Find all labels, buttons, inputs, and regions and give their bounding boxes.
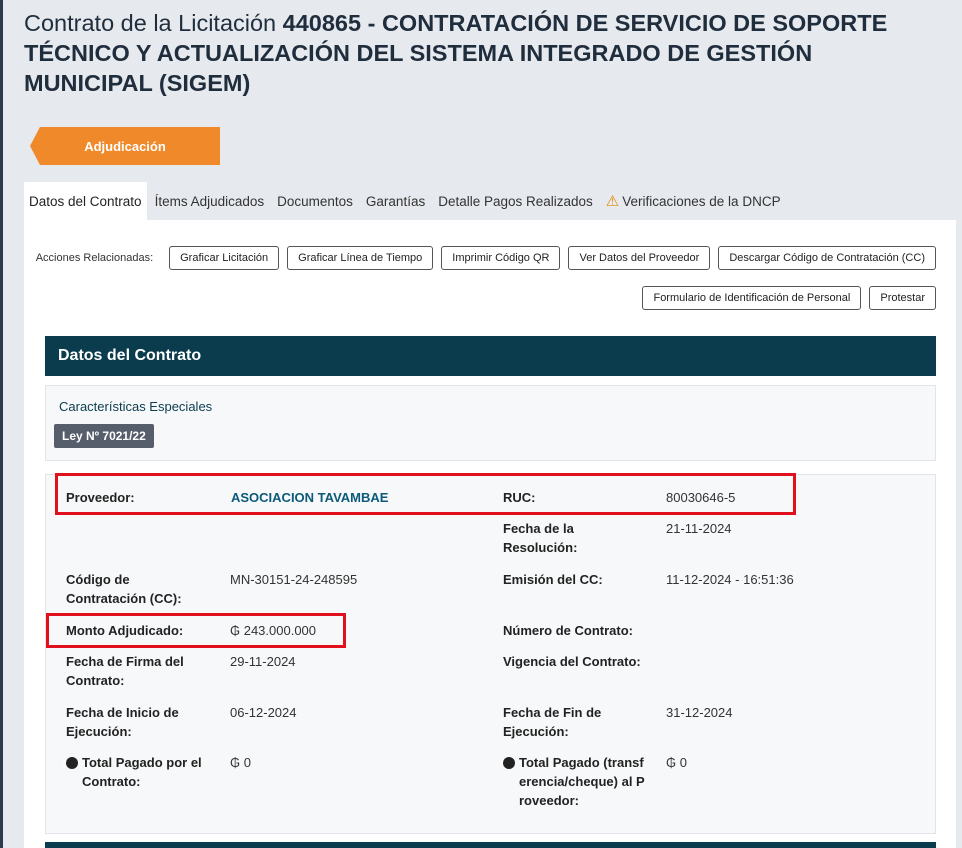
- related-actions-row: Acciones Relacionadas: Graficar Licitaci…: [36, 246, 936, 270]
- fecha-inicio-label: Fecha de Inicio de Ejecución:: [66, 705, 179, 739]
- related-actions-label: Acciones Relacionadas:: [35, 252, 154, 264]
- section-header-datos-contrato: Datos del Contrato: [45, 336, 936, 376]
- codigo-contratacion-value: MN-30151-24-248595: [230, 572, 358, 587]
- graficar-linea-tiempo-button[interactable]: Graficar Línea de Tiempo: [287, 246, 434, 270]
- tab-detalle-pagos-realizados[interactable]: Detalle Pagos Realizados: [433, 182, 598, 220]
- next-section-header: [45, 842, 936, 848]
- monto-adjudicado-value: ₲ 243.000.000: [230, 623, 317, 638]
- total-pagado-contrato-text: Total Pagado por el Contrato:: [82, 755, 202, 789]
- proveedor-label: Proveedor:: [66, 490, 135, 505]
- tab-items-adjudicados[interactable]: Ítems Adjudicados: [149, 182, 270, 220]
- vigencia-contrato-label: Vigencia del Contrato:: [503, 654, 641, 669]
- total-pagado-proveedor-value: ₲ 0: [666, 755, 687, 770]
- title-prefix: Contrato de la Licitación: [24, 10, 277, 36]
- contract-details: Proveedor: ASOCIACION TAVAMBAE RUC: 8003…: [45, 474, 936, 834]
- total-pagado-contrato-label: ? Total Pagado por el Contrato:: [61, 753, 227, 791]
- fecha-inicio-value: 06-12-2024: [230, 705, 297, 720]
- fecha-firma-label: Fecha de Firma del Contrato:: [66, 654, 184, 688]
- special-characteristics-title: Características Especiales: [59, 399, 213, 414]
- emision-cc-value: 11-12-2024 - 16:51:36: [666, 572, 794, 587]
- emision-cc-label: Emisión del CC:: [503, 572, 603, 587]
- warning-icon: ⚠: [605, 193, 620, 210]
- help-icon[interactable]: ?: [61, 757, 78, 769]
- tab-garantias[interactable]: Garantías: [360, 182, 431, 220]
- tab-bar: Datos del Contrato Ítems Adjudicados Doc…: [24, 182, 789, 220]
- tab-content-panel: Acciones Relacionadas: Graficar Licitaci…: [24, 220, 956, 848]
- fecha-resolucion-value: 21-11-2024: [666, 521, 732, 536]
- fecha-fin-value: 31-12-2024: [666, 705, 733, 720]
- tab-verificaciones-label: Verificaciones de la DNCP: [622, 193, 781, 209]
- fecha-resolucion-label: Fecha de la Resolución:: [503, 521, 578, 555]
- law-badge: Ley Nº 7021/22: [54, 424, 154, 448]
- monto-adjudicado-label: Monto Adjudicado:: [66, 623, 184, 638]
- graficar-licitacion-button[interactable]: Graficar Licitación: [169, 246, 280, 270]
- ver-datos-proveedor-button[interactable]: Ver Datos del Proveedor: [568, 246, 711, 270]
- protestar-button[interactable]: Protestar: [869, 286, 936, 310]
- formulario-identificacion-personal-button[interactable]: Formulario de Identificación de Personal: [642, 286, 862, 310]
- special-characteristics-box: Características Especiales Ley Nº 7021/2…: [45, 385, 936, 461]
- descargar-codigo-contratacion-button[interactable]: Descargar Código de Contratación (CC): [718, 246, 936, 270]
- page-title: Contrato de la Licitación 440865 - CONTR…: [24, 8, 944, 98]
- total-pagado-proveedor-text: Total Pagado (transferencia/cheque) al P…: [519, 755, 645, 808]
- codigo-contratacion-label: Código de Contratación (CC):: [66, 572, 182, 606]
- ruc-label: RUC:: [503, 490, 536, 505]
- left-edge-bar: [0, 0, 3, 848]
- tab-documentos[interactable]: Documentos: [272, 182, 358, 220]
- tab-datos-del-contrato[interactable]: Datos del Contrato: [24, 182, 147, 220]
- fecha-fin-label: Fecha de Fin de Ejecución:: [503, 705, 602, 739]
- numero-contrato-label: Número de Contrato:: [503, 623, 633, 638]
- total-pagado-contrato-value: ₲ 0: [230, 755, 251, 770]
- ruc-value: 80030646-5: [666, 490, 736, 505]
- fecha-firma-value: 29-11-2024: [230, 654, 296, 669]
- proveedor-link[interactable]: ASOCIACION TAVAMBAE: [231, 488, 388, 507]
- related-actions-row-2: Formulario de Identificación de Personal…: [634, 286, 936, 310]
- stage-indicator-adjudicacion: Adjudicación: [30, 127, 220, 165]
- help-icon[interactable]: ?: [498, 757, 515, 769]
- tab-verificaciones-dncp[interactable]: ⚠ Verificaciones de la DNCP: [600, 182, 786, 220]
- total-pagado-proveedor-label: ? Total Pagado (transferencia/cheque) al …: [498, 753, 647, 810]
- imprimir-codigo-qr-button[interactable]: Imprimir Código QR: [441, 246, 561, 270]
